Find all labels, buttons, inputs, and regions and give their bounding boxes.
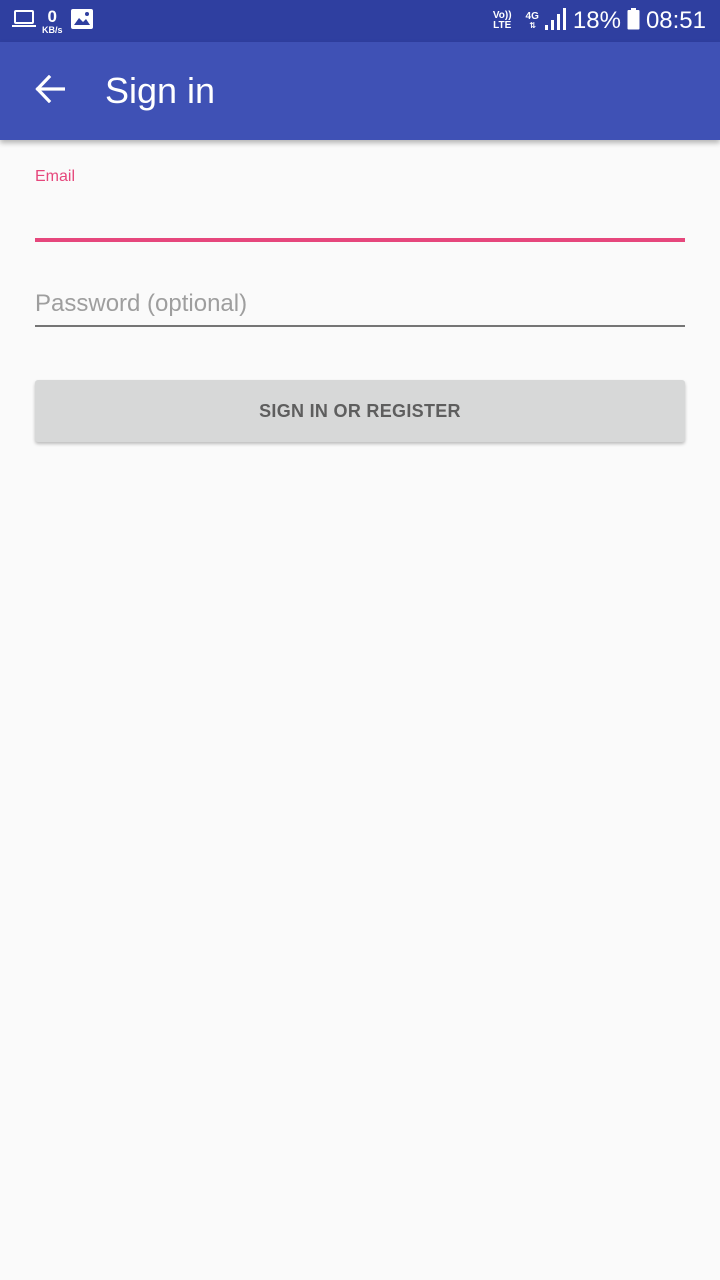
clock: 08:51	[645, 7, 706, 34]
net-speed: 0 KB/s	[42, 8, 63, 35]
back-button[interactable]	[26, 67, 74, 115]
email-underline	[35, 238, 685, 242]
password-underline	[35, 325, 685, 327]
status-bar: 0 KB/s Vo)) LTE 4G ⇅ 18% 08:51	[0, 0, 720, 42]
volte-indicator: Vo)) LTE	[493, 10, 512, 32]
status-bar-right: Vo)) LTE 4G ⇅ 18% 08:51	[493, 0, 706, 42]
network-arrows: ⇅	[529, 21, 536, 30]
email-label: Email	[35, 168, 76, 185]
app-bar: Sign in	[0, 42, 720, 140]
email-field[interactable]	[35, 196, 685, 236]
volte-bottom: LTE	[493, 20, 512, 31]
arrow-back-icon	[35, 74, 66, 108]
network-type: 4G ⇅	[526, 12, 539, 30]
laptop-icon	[12, 9, 36, 34]
battery-icon	[627, 7, 640, 35]
status-bar-left: 0 KB/s	[12, 0, 93, 42]
sign-in-or-register-button[interactable]: SIGN IN OR REGISTER	[35, 380, 685, 442]
net-speed-value: 0	[47, 6, 57, 26]
net-speed-unit: KB/s	[42, 24, 63, 35]
signal-icon	[544, 7, 567, 35]
page-title: Sign in	[105, 70, 216, 111]
password-field[interactable]	[35, 282, 685, 326]
battery-percent: 18%	[572, 7, 621, 34]
image-icon	[70, 8, 93, 34]
